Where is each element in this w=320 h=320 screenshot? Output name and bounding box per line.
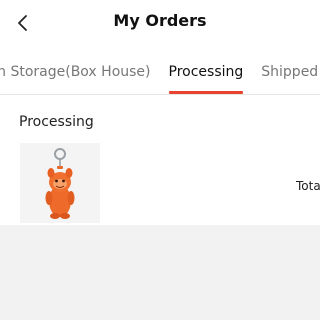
tab-indicator <box>168 91 244 94</box>
product-thumbnail[interactable] <box>20 143 100 223</box>
tab-processing[interactable]: Processing <box>160 52 253 94</box>
page-title: My Orders <box>113 11 207 30</box>
order-total-label: Total <box>296 179 320 193</box>
order-card[interactable]: Processing Total <box>0 95 320 225</box>
tab-label: Shipped <box>261 64 319 80</box>
tab-shipped[interactable]: Shipped <box>252 52 320 94</box>
app-header: My Orders <box>0 0 320 46</box>
order-status-title: Processing <box>19 114 94 130</box>
orange-figure-keychain-icon <box>45 148 75 219</box>
list-background <box>0 225 320 320</box>
tab-label: Processing <box>168 64 244 80</box>
tab-label: In Storage(Box House) <box>0 64 151 80</box>
tab-in-storage[interactable]: In Storage(Box House) <box>0 52 160 94</box>
order-status-tabs: In Storage(Box House) Processing Shipped <box>0 52 320 95</box>
